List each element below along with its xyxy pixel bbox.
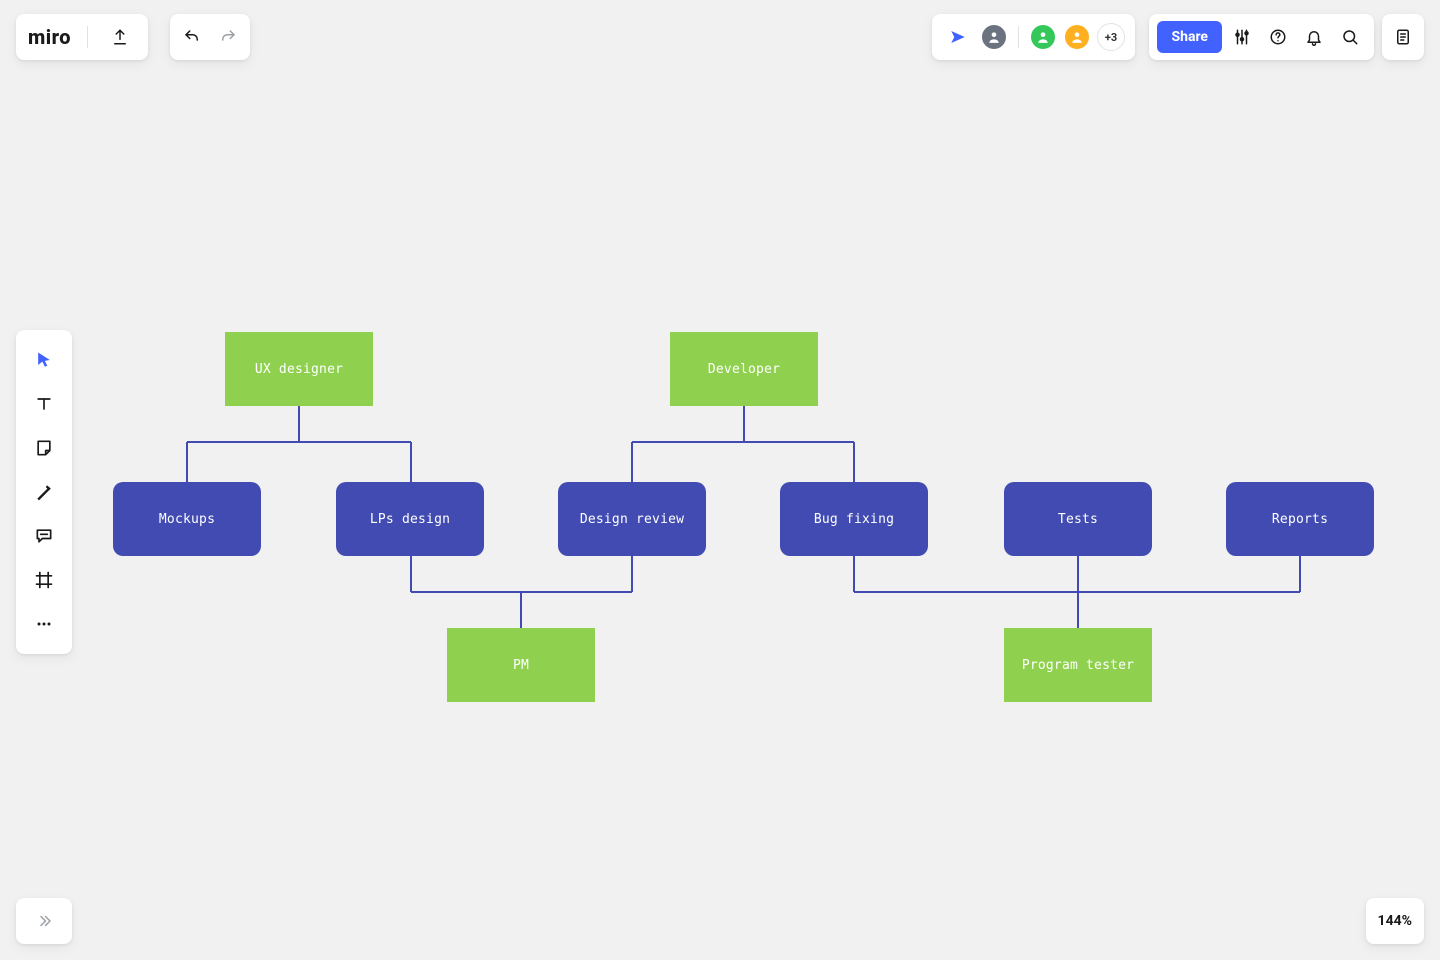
app-logo[interactable]: miro [28,25,71,49]
node-task-lps-design[interactable]: LPs design [336,482,484,556]
divider [1018,26,1019,48]
tool-sticky-note[interactable] [24,428,64,468]
node-label: Program tester [1022,658,1134,673]
node-label: PM [513,658,529,673]
help-icon[interactable] [1262,21,1294,53]
node-label: UX designer [255,362,343,377]
tool-more[interactable] [24,604,64,644]
avatar-overflow[interactable]: +3 [1097,23,1125,51]
divider [87,26,88,48]
avatar-overflow-label: +3 [1105,31,1117,44]
export-icon[interactable] [104,21,136,53]
top-right-controls: Share [1149,14,1374,60]
node-label: Design review [580,512,684,527]
share-button[interactable]: Share [1157,21,1222,53]
notifications-icon[interactable] [1298,21,1330,53]
node-task-mockups[interactable]: Mockups [113,482,261,556]
redo-icon[interactable] [212,21,244,53]
node-task-design-review[interactable]: Design review [558,482,706,556]
tool-comment[interactable] [24,516,64,556]
avatar-stack: +3 [980,23,1125,51]
history-panel [170,14,250,60]
node-label: LPs design [370,512,450,527]
avatar[interactable] [980,23,1008,51]
node-role-program-tester[interactable]: Program tester [1004,628,1152,702]
tool-text[interactable] [24,384,64,424]
canvas[interactable]: UX designer Developer Mockups LPs design… [0,0,1440,960]
node-task-reports[interactable]: Reports [1226,482,1374,556]
node-label: Mockups [159,512,215,527]
top-left-panel: miro [16,14,148,60]
left-toolbar [16,330,72,654]
share-label: Share [1171,29,1208,45]
notes-button[interactable] [1382,14,1424,60]
collaborators-panel: +3 [932,14,1135,60]
settings-icon[interactable] [1226,21,1258,53]
undo-icon[interactable] [176,21,208,53]
avatar[interactable] [1063,23,1091,51]
search-icon[interactable] [1334,21,1366,53]
node-label: Tests [1058,512,1098,527]
node-label: Bug fixing [814,512,894,527]
presentation-icon[interactable] [942,21,974,53]
tool-connector[interactable] [24,472,64,512]
avatar[interactable] [1029,23,1057,51]
zoom-indicator[interactable]: 144% [1366,898,1424,944]
expand-toolbar-button[interactable] [16,898,72,944]
zoom-level: 144% [1378,913,1412,929]
connectors-layer [0,0,1440,960]
node-role-ux[interactable]: UX designer [225,332,373,406]
node-task-tests[interactable]: Tests [1004,482,1152,556]
node-label: Reports [1272,512,1328,527]
node-label: Developer [708,362,780,377]
node-task-bug-fixing[interactable]: Bug fixing [780,482,928,556]
node-role-pm[interactable]: PM [447,628,595,702]
node-role-dev[interactable]: Developer [670,332,818,406]
tool-frame[interactable] [24,560,64,600]
tool-select[interactable] [24,340,64,380]
